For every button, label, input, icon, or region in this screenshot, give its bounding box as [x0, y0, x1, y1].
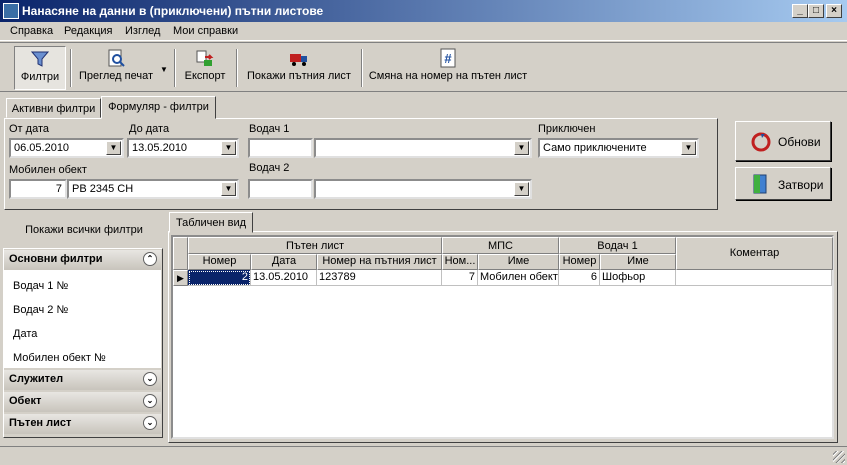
- truck-icon: [290, 54, 307, 66]
- filter-item-driver1[interactable]: Водач 1 №: [13, 280, 68, 292]
- col-header-driver-name[interactable]: Име: [600, 254, 676, 270]
- close-button[interactable]: Затвори: [735, 167, 831, 200]
- table-cell[interactable]: [676, 270, 832, 286]
- col-header-mps-number[interactable]: Ном...: [442, 254, 478, 270]
- print-preview-icon: [108, 49, 125, 67]
- exit-door-icon: [753, 174, 767, 194]
- filter-icon: [30, 51, 50, 67]
- maximize-button[interactable]: □: [808, 4, 824, 18]
- vehicle-name-select[interactable]: PB 2345 CH ▼: [67, 179, 239, 199]
- header-group-mps: МПС: [442, 237, 559, 254]
- filter-item-date[interactable]: Дата: [13, 328, 37, 340]
- preview-dropdown-arrow-icon[interactable]: ▼: [160, 65, 168, 74]
- window-title: Нанасяне на данни в (приключени) пътни л…: [22, 4, 324, 18]
- table-cell[interactable]: 2: [188, 270, 251, 286]
- driver2-label: Водач 2: [249, 162, 290, 174]
- show-sheet-button[interactable]: Покажи пътния лист: [243, 46, 355, 90]
- export-icon: [196, 50, 214, 66]
- hash-icon: #: [440, 48, 456, 68]
- col-header-mps-name[interactable]: Име: [478, 254, 559, 270]
- group-object[interactable]: Обект ⌄: [4, 392, 161, 412]
- tab-table-view[interactable]: Табличен вид: [169, 212, 253, 233]
- row-indicator-icon[interactable]: ▶: [173, 270, 188, 286]
- minimize-button[interactable]: _: [792, 4, 808, 18]
- col-header-date[interactable]: Дата: [251, 254, 317, 270]
- to-date-input[interactable]: 13.05.2010 ▼: [127, 138, 239, 158]
- table-cell[interactable]: 6: [559, 270, 600, 286]
- table-cell[interactable]: Шофьор: [600, 270, 676, 286]
- col-header-driver-number[interactable]: Номер: [559, 254, 600, 270]
- filter-tabs: Активни филтри Формуляр - филтри: [3, 96, 723, 120]
- menu-izgled[interactable]: Изглед: [125, 25, 160, 37]
- header-group-sheet: Пътен лист: [188, 237, 442, 254]
- closed-select[interactable]: Само приключените ▼: [538, 138, 699, 158]
- show-all-filters-button[interactable]: Покажи всички филтри: [4, 214, 164, 245]
- filter-item-driver2[interactable]: Водач 2 №: [13, 304, 68, 316]
- filter-item-vehicle[interactable]: Мобилен обект №: [13, 352, 106, 364]
- chevron-up-icon[interactable]: ⌃: [143, 252, 157, 266]
- col-header-sheet-number[interactable]: Номер на пътния лист: [317, 254, 442, 270]
- driver1-name-select[interactable]: ▼: [314, 138, 532, 158]
- tab-form-filters[interactable]: Формуляр - филтри: [101, 96, 216, 119]
- title-bar: Нанасяне на данни в (приключени) пътни л…: [0, 0, 847, 22]
- from-date-label: От дата: [9, 123, 49, 135]
- table-cell[interactable]: 7: [442, 270, 478, 286]
- menu-bar: Справка Редакция Изглед Мои справки: [0, 22, 847, 41]
- table-cell[interactable]: Мобилен обект: [478, 270, 559, 286]
- chevron-down-icon[interactable]: ▼: [514, 182, 529, 196]
- chevron-down-icon[interactable]: ⌄: [143, 372, 157, 386]
- vehicle-label: Мобилен обект: [9, 164, 87, 176]
- driver2-name-select[interactable]: ▼: [314, 179, 532, 199]
- row-header-corner: [173, 237, 188, 270]
- driver1-label: Водач 1: [249, 123, 290, 135]
- driver2-code-input[interactable]: [248, 179, 313, 199]
- svg-text:#: #: [444, 51, 452, 66]
- chevron-down-icon[interactable]: ⌄: [143, 394, 157, 408]
- close-window-button[interactable]: ×: [826, 4, 842, 18]
- refresh-icon: [751, 132, 771, 152]
- app-icon: [3, 3, 19, 19]
- closed-label: Приключен: [538, 123, 596, 135]
- chevron-down-icon[interactable]: ▼: [221, 141, 236, 155]
- resize-grip-icon[interactable]: [833, 451, 845, 463]
- to-date-label: До дата: [129, 123, 170, 135]
- chevron-down-icon[interactable]: ▼: [681, 141, 696, 155]
- group-travel-sheet[interactable]: Пътен лист ⌄: [4, 414, 161, 434]
- toolbar: Филтри Преглед печат ▼ Експорт Покажи пъ…: [0, 42, 847, 92]
- print-preview-button[interactable]: Преглед печат: [76, 46, 156, 90]
- col-header-number[interactable]: Номер: [188, 254, 251, 270]
- group-employee[interactable]: Служител ⌄: [4, 370, 161, 390]
- filter-form-panel: От дата 06.05.2010 ▼ До дата 13.05.2010 ▼ …: [4, 118, 718, 210]
- change-number-button[interactable]: # Смяна на номер на пътен лист: [367, 46, 529, 90]
- vehicle-id-input[interactable]: 7: [9, 179, 67, 199]
- menu-moi-spravki[interactable]: Мои справки: [173, 25, 238, 37]
- header-group-driver1: Водач 1: [559, 237, 676, 254]
- table-cell[interactable]: 13.05.2010: [251, 270, 317, 286]
- data-grid[interactable]: Пътен лист МПС Водач 1 Коментар Номер Да…: [171, 235, 834, 439]
- table-cell[interactable]: 123789: [317, 270, 442, 286]
- header-comment[interactable]: Коментар: [676, 237, 833, 270]
- group-main-filters[interactable]: Основни филтри ⌃: [4, 250, 161, 270]
- from-date-input[interactable]: 06.05.2010 ▼: [9, 138, 124, 158]
- chevron-down-icon[interactable]: ▼: [221, 182, 236, 196]
- chevron-down-icon[interactable]: ▼: [106, 141, 121, 155]
- filters-button[interactable]: Филтри: [14, 46, 66, 90]
- chevron-down-icon[interactable]: ⌄: [143, 416, 157, 430]
- driver1-code-input[interactable]: [248, 138, 313, 158]
- status-bar: [0, 446, 847, 465]
- chevron-down-icon[interactable]: ▼: [514, 141, 529, 155]
- export-button[interactable]: Експорт: [181, 46, 229, 90]
- tab-active-filters[interactable]: Активни филтри: [6, 98, 101, 118]
- refresh-button[interactable]: Обнови: [735, 121, 831, 161]
- menu-redakcia[interactable]: Редакция: [64, 25, 112, 37]
- menu-spravka[interactable]: Справка: [10, 25, 53, 37]
